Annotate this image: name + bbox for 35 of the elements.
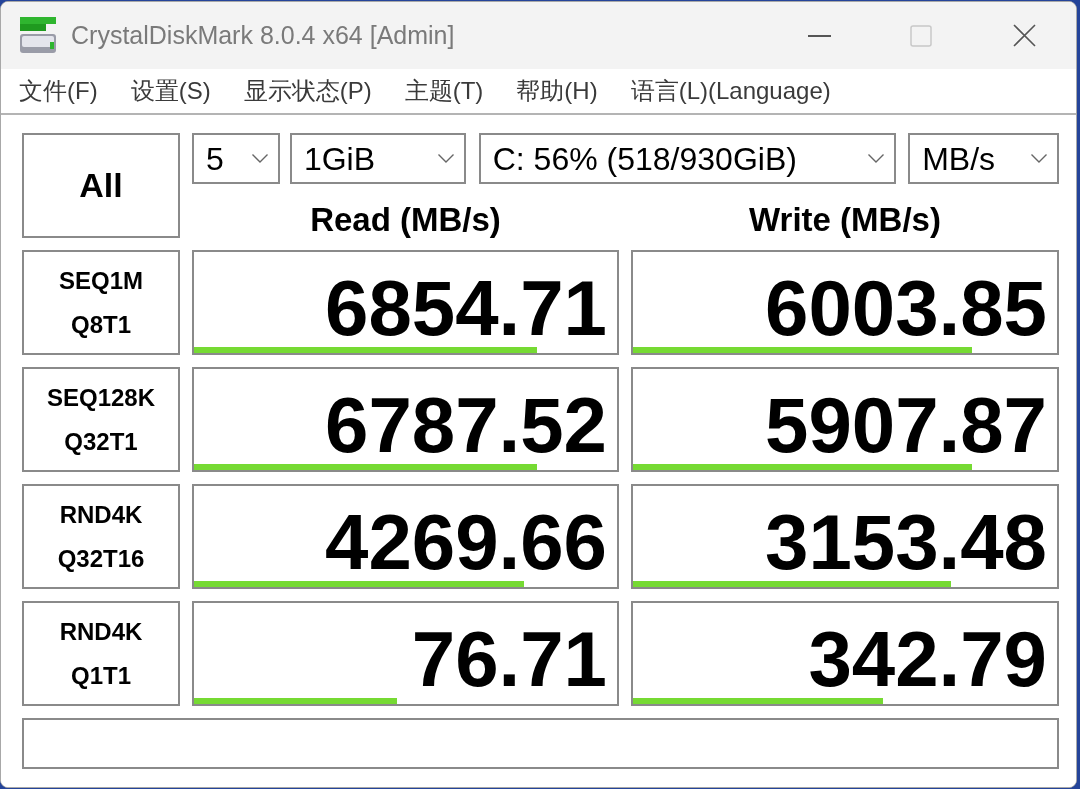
- result-value: 4269.66: [325, 503, 607, 581]
- column-header: Write (MB/s): [749, 202, 941, 238]
- chevron-down-icon: [251, 154, 268, 163]
- result-value: 342.79: [808, 620, 1047, 698]
- test-button[interactable]: SEQ128K Q32T1: [22, 367, 180, 472]
- dropdown[interactable]: 5: [192, 133, 280, 184]
- test-button[interactable]: SEQ1M Q8T1: [22, 250, 180, 355]
- close-icon: [1012, 24, 1036, 47]
- result-value: 6787.52: [325, 386, 607, 464]
- test-button[interactable]: RND4K Q1T1: [22, 601, 180, 706]
- chevron-down-icon: [437, 154, 454, 163]
- menu-item[interactable]: 显示状态(P): [243, 73, 372, 109]
- result-value: 6003.85: [765, 269, 1047, 347]
- dropdown[interactable]: MB/s: [908, 133, 1059, 184]
- menu-item[interactable]: 语言(L)(Language): [630, 73, 831, 109]
- dropdown[interactable]: C: 56% (518/930GiB): [478, 133, 897, 184]
- maximize-icon: [910, 24, 932, 47]
- result-value: 3153.48: [765, 503, 1047, 581]
- drive-icon: [20, 17, 57, 54]
- test-button[interactable]: RND4K Q32T16: [22, 484, 180, 589]
- result-value: 6854.71: [325, 269, 607, 347]
- result-value: 5907.87: [765, 386, 1047, 464]
- window-title: CrystalDiskMark 8.0.4 x64 [Admin]: [71, 19, 455, 51]
- menu-item[interactable]: 帮助(H): [516, 73, 598, 109]
- all-button[interactable]: All: [22, 133, 180, 238]
- minimize-icon: [807, 34, 831, 37]
- menu-item[interactable]: 文件(F): [19, 73, 98, 109]
- chevron-down-icon: [1031, 154, 1047, 163]
- menu-item[interactable]: 主题(T): [404, 73, 484, 109]
- column-header: Read (MB/s): [310, 202, 501, 238]
- menu-item[interactable]: 设置(S): [130, 73, 211, 109]
- comment-field[interactable]: [22, 718, 1059, 769]
- result-value: 76.71: [411, 620, 607, 698]
- chevron-down-icon: [868, 154, 885, 163]
- dropdown[interactable]: 1GiB: [289, 133, 466, 184]
